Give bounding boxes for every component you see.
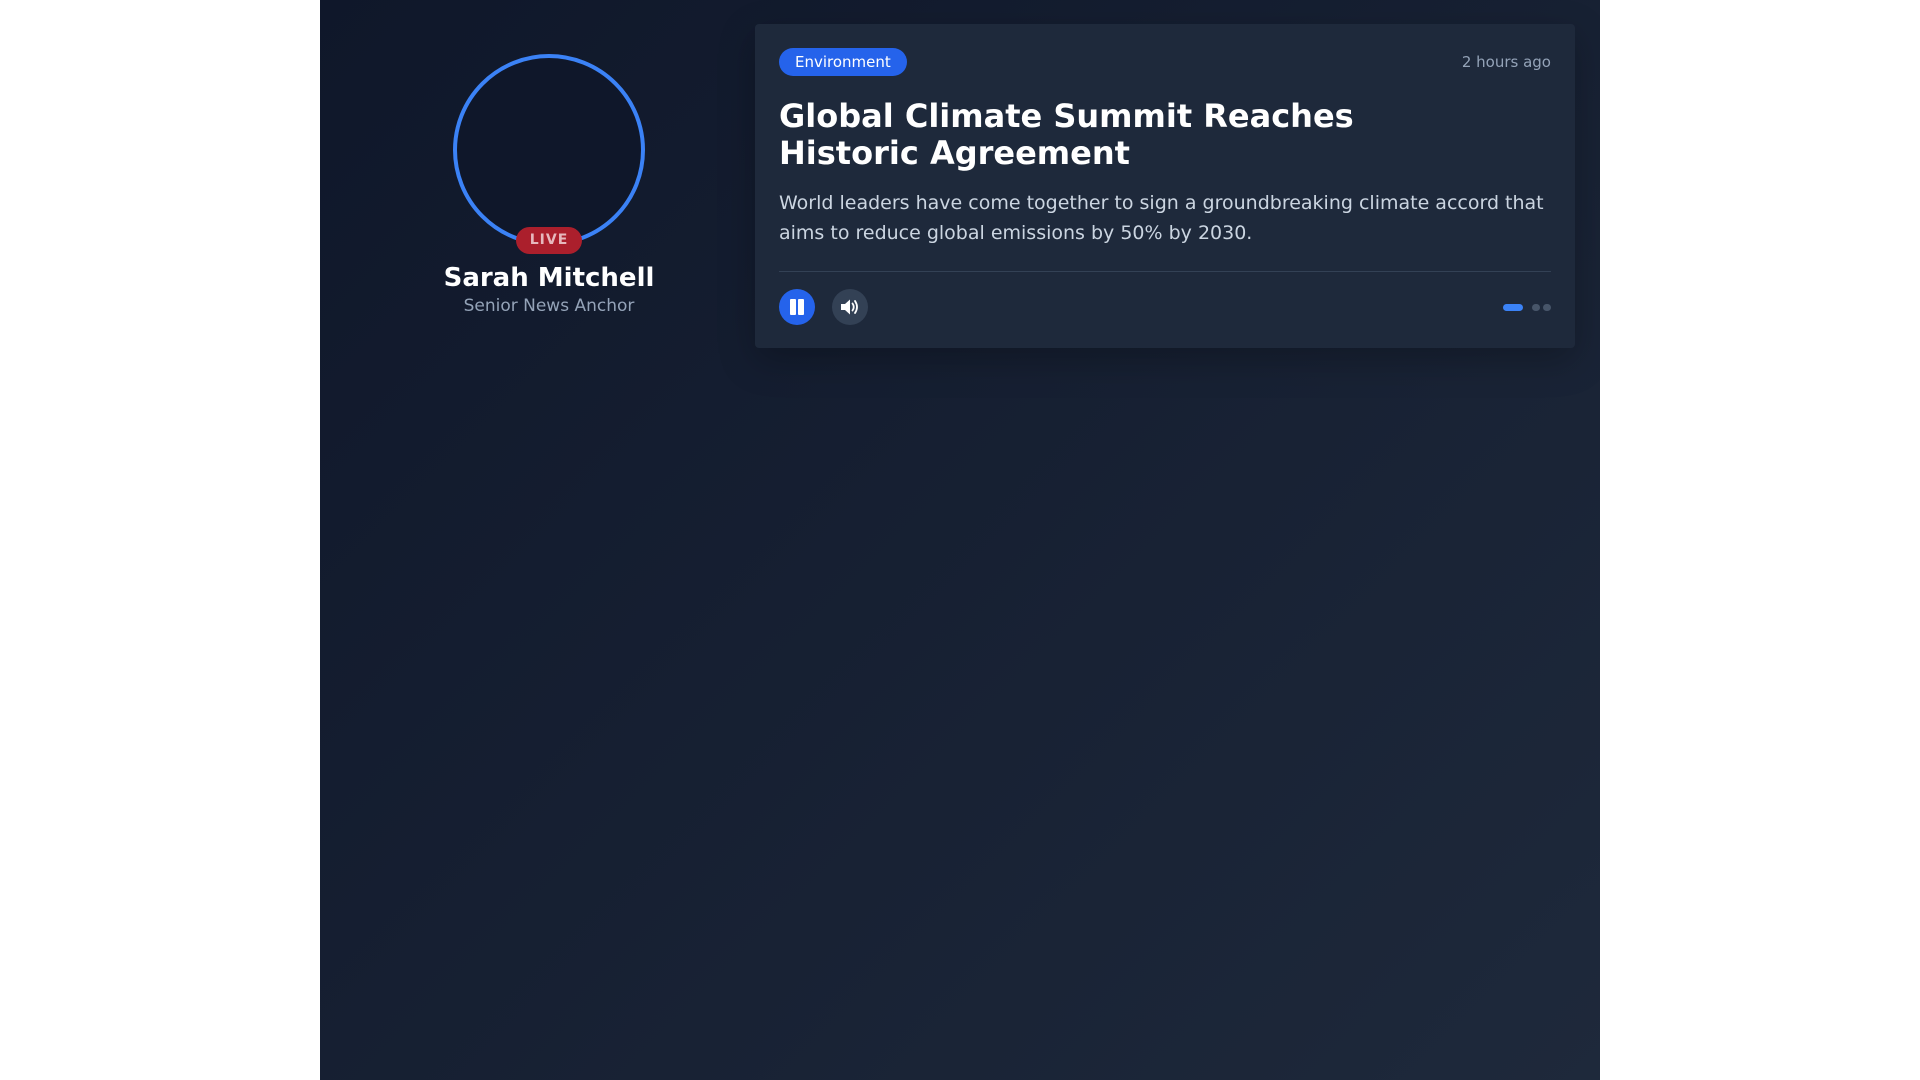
story-summary: World leaders have come together to sign… xyxy=(779,192,1544,244)
pager-dot-1[interactable] xyxy=(1503,304,1523,311)
news-card: Environment 2 hours ago Global Climate S… xyxy=(755,24,1575,348)
story-pager xyxy=(1503,304,1551,311)
pager-dot-2[interactable] xyxy=(1532,304,1540,311)
volume-icon xyxy=(841,299,858,315)
anchor-avatar xyxy=(453,54,645,246)
pause-icon xyxy=(790,299,796,315)
live-badge: LIVE xyxy=(516,227,582,254)
volume-button[interactable] xyxy=(832,289,868,325)
story-timestamp: 2 hours ago xyxy=(1461,53,1551,71)
news-stage: LIVE Sarah Mitchell Senior News Anchor E… xyxy=(320,0,1600,1080)
anchor-role: Senior News Anchor xyxy=(463,296,635,316)
story-headline: Global Climate Summit Reaches Historic A… xyxy=(779,97,1354,172)
pause-button[interactable] xyxy=(779,289,815,325)
card-divider xyxy=(779,271,1551,272)
category-badge[interactable]: Environment xyxy=(779,48,907,76)
anchor-name: Sarah Mitchell xyxy=(443,263,655,293)
anchor-panel: LIVE Sarah Mitchell Senior News Anchor xyxy=(320,0,756,348)
pager-dot-3[interactable] xyxy=(1543,304,1551,311)
pause-icon-bar xyxy=(798,299,804,315)
